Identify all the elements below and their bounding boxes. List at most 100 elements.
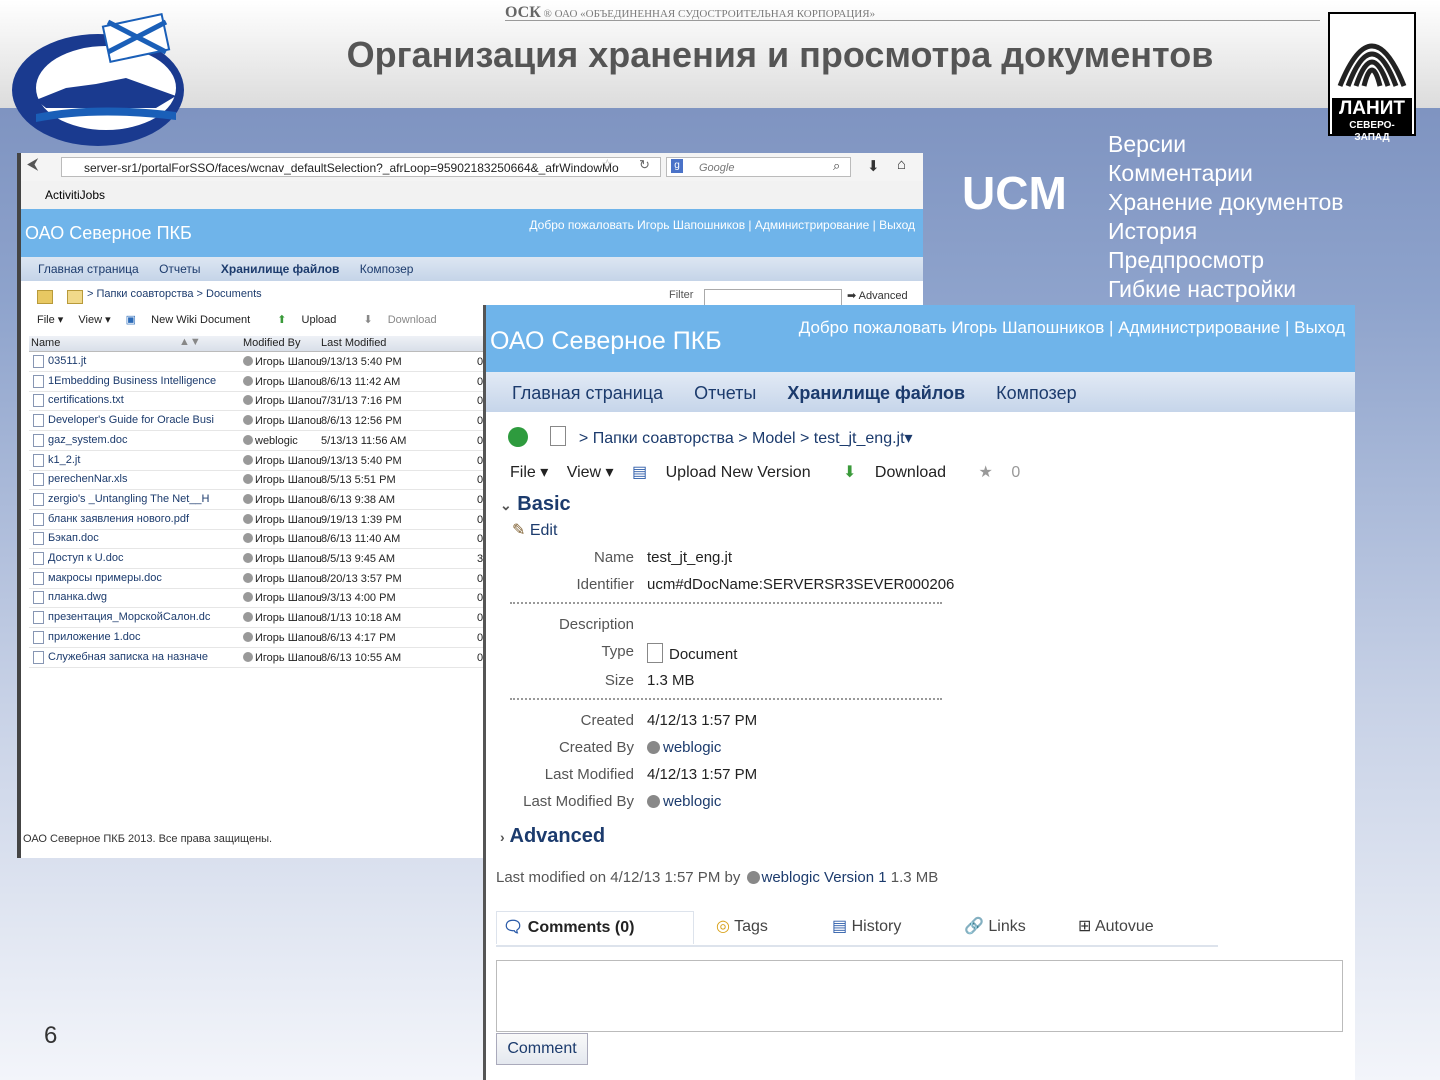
- tab-tags[interactable]: ◎ Tags: [710, 911, 806, 943]
- file-icon: [33, 552, 44, 565]
- table-row[interactable]: Служебная записка на назначе Игорь Шапош 8…: [29, 648, 487, 668]
- download-button[interactable]: ⬇ Download: [843, 464, 960, 481]
- advanced-link[interactable]: ➡ Advanced: [847, 289, 908, 302]
- file-menu[interactable]: File ▾: [37, 314, 63, 326]
- upload-button[interactable]: ⬆ Upload: [277, 314, 348, 326]
- table-row[interactable]: планка.dwg Игорь Шапош 9/3/13 4:00 PM 0: [29, 588, 487, 609]
- back-arrow-icon[interactable]: ⮜: [27, 156, 38, 174]
- tab-comments[interactable]: 🗨 Comments (0): [496, 911, 694, 944]
- osk-ship-logo: [12, 12, 184, 146]
- view-menu[interactable]: View ▾: [78, 314, 110, 326]
- wiki-icon: ▣: [125, 314, 137, 326]
- table-row[interactable]: макросы примеры.doc Игорь Шапош 8/20/13 3:…: [29, 569, 487, 589]
- breadcrumb[interactable]: > Папки соавторства > Documents: [87, 288, 262, 300]
- file-name: бланк заявления нового.pdf: [48, 512, 190, 525]
- table-row[interactable]: 03511.jt Игорь Шапош 9/13/13 5:40 PM 0: [29, 352, 487, 372]
- google-search-input[interactable]: Google: [666, 157, 851, 177]
- prop-created-by[interactable]: weblogic: [647, 739, 721, 756]
- home-icon[interactable]: ⌂: [897, 156, 906, 173]
- table-row[interactable]: k1_2.jt Игорь Шапош 9/13/13 5:40 PM 0: [29, 451, 487, 471]
- nav-composer[interactable]: Композер: [360, 262, 414, 276]
- nav-file-storage[interactable]: Хранилище файлов: [787, 383, 965, 403]
- file-icon: [33, 394, 44, 408]
- bookmark-star-icon[interactable]: ☆: [601, 156, 614, 173]
- tab-history[interactable]: ▤ History: [826, 911, 942, 943]
- nav-composer[interactable]: Композер: [996, 383, 1077, 403]
- table-header: Name ▲▼ Modified By Last Modified: [29, 336, 487, 352]
- modified-by-text: Игорь Шапош: [255, 651, 321, 664]
- nav-reports[interactable]: Отчеты: [694, 383, 756, 403]
- modified-by-text: Игорь Шапош: [255, 395, 321, 408]
- slide-number: 6: [44, 1022, 58, 1049]
- file-icon: [33, 532, 44, 546]
- nav-file-storage[interactable]: Хранилище файлов: [221, 262, 340, 276]
- reload-icon[interactable]: ↻: [639, 157, 650, 173]
- edit-link[interactable]: ✎ Edit: [512, 520, 557, 540]
- welcome-links[interactable]: Добро пожаловать Игорь Шапошников | Адми…: [799, 318, 1345, 338]
- table-row[interactable]: приложение 1.doc Игорь Шапош 8/6/13 4:17 P…: [29, 628, 487, 648]
- download-button[interactable]: ⬇ Download: [363, 314, 448, 326]
- last-modified: 9/13/13 5:40 PM: [321, 356, 402, 368]
- comment-textarea[interactable]: [496, 960, 1343, 1032]
- rating[interactable]: ★ 0: [979, 464, 1035, 481]
- prop-identifier: ucm#dDocName:SERVERSR3SEVER000206: [647, 576, 955, 593]
- table-row[interactable]: презентация_МорскойСалон.dc Игорь Шапош 8/…: [29, 608, 487, 629]
- version-link[interactable]: Version 1: [824, 869, 887, 886]
- address-toolbar: ⮜ server-sr1/portalForSSO/faces/wcnav_de…: [21, 153, 923, 182]
- modified-by: Игорь Шапош: [243, 474, 321, 486]
- modified-by: Игорь Шапош: [243, 395, 321, 407]
- search-icon[interactable]: ⌕: [833, 158, 840, 174]
- tab-autovue[interactable]: ⊞ Autovue: [1072, 911, 1188, 943]
- file-menu[interactable]: File ▾: [510, 464, 548, 481]
- bookmark-item[interactable]: ActivitiJobs: [45, 188, 105, 202]
- user-icon: [243, 474, 253, 485]
- upload-version-button[interactable]: ▤ Upload New Version: [632, 464, 825, 481]
- comment-button[interactable]: Comment: [496, 1033, 588, 1065]
- version-user-link[interactable]: weblogic: [745, 869, 820, 886]
- tag-icon: ◎: [716, 918, 730, 935]
- user-icon: [243, 395, 253, 406]
- modified-by-text: Игорь Шапош: [255, 474, 321, 487]
- view-menu[interactable]: View ▾: [567, 464, 614, 481]
- nav-home[interactable]: Главная страница: [38, 262, 139, 276]
- tab-links[interactable]: 🔗 Links: [958, 911, 1054, 943]
- table-row[interactable]: Developer's Guide for Oracle Busi Игорь Ш…: [29, 411, 487, 432]
- advanced-section-toggle[interactable]: › Advanced: [500, 825, 605, 848]
- expand-icon: ›: [500, 829, 505, 845]
- back-icon[interactable]: [508, 427, 528, 447]
- table-row[interactable]: certifications.txt Игорь Шапош 7/31/13 7:1…: [29, 391, 487, 412]
- last-modified: 9/13/13 5:40 PM: [321, 454, 402, 467]
- download-arrow-icon[interactable]: ⬇: [867, 157, 880, 175]
- prop-last-modified-by[interactable]: weblogic: [647, 793, 721, 810]
- new-wiki-button[interactable]: ▣ New Wiki Document: [126, 314, 263, 326]
- detail-toolbar: File ▾ View ▾ ▤ Upload New Version ⬇ Dow…: [510, 462, 1048, 482]
- version-info: Last modified on 4/12/13 1:57 PM by webl…: [496, 869, 939, 886]
- file-name: perechenNar.xls: [48, 473, 128, 486]
- last-modified: 5/13/13 11:56 AM: [321, 434, 407, 447]
- corp-divider: [505, 20, 1320, 21]
- table-row[interactable]: perechenNar.xls Игорь Шапош 8/5/13 5:51 PM…: [29, 470, 487, 491]
- table-row[interactable]: 1Embedding Business Intelligence Игорь Ша…: [29, 372, 487, 392]
- user-icon: [243, 493, 253, 504]
- url-input[interactable]: server-sr1/portalForSSO/faces/wcnav_defa…: [61, 157, 661, 177]
- table-row[interactable]: gaz_system.doc weblogic 5/13/13 11:56 AM 0: [29, 431, 487, 451]
- google-icon[interactable]: g: [671, 159, 683, 173]
- folder-icon[interactable]: [67, 290, 83, 304]
- basic-section-toggle[interactable]: ⌄ Basic: [500, 493, 571, 516]
- col-modified-by[interactable]: Modified By: [243, 337, 300, 349]
- table-row[interactable]: Бэкап.doc Игорь Шапош 8/6/13 11:40 AM 0: [29, 529, 487, 550]
- nav-reports[interactable]: Отчеты: [159, 262, 200, 276]
- collapse-icon: ⌄: [500, 497, 512, 513]
- list-toolbar: File ▾ View ▾ ▣ New Wiki Document ⬆ Uplo…: [37, 313, 461, 326]
- folder-icon[interactable]: [37, 290, 53, 304]
- table-row[interactable]: Доступ к U.doc Игорь Шапош 8/5/13 9:45 AM 3: [29, 549, 487, 569]
- sort-icon[interactable]: ▲▼: [179, 336, 201, 348]
- breadcrumb-path[interactable]: > Папки соавторства > Model > test_jt_en…: [579, 430, 913, 447]
- prop-label: Description: [558, 616, 634, 633]
- nav-home[interactable]: Главная страница: [512, 383, 663, 403]
- table-row[interactable]: zergio's _Untangling The Net__H Игорь Шап…: [29, 490, 487, 510]
- table-row[interactable]: бланк заявления нового.pdf Игорь Шапош 9/1…: [29, 510, 487, 530]
- welcome-links[interactable]: Добро пожаловать Игорь Шапошников | Адми…: [529, 218, 915, 232]
- col-last-modified[interactable]: Last Modified: [321, 337, 386, 349]
- col-name[interactable]: Name: [31, 337, 60, 349]
